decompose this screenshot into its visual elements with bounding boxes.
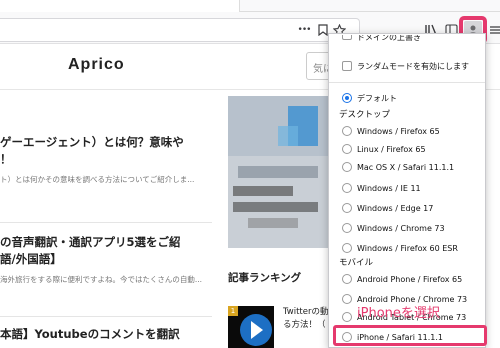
menu-item-ua[interactable]: Windows / Firefox 65 <box>329 122 485 140</box>
radio-selected[interactable] <box>342 93 352 103</box>
radio[interactable] <box>342 144 352 154</box>
tab-strip <box>0 0 500 12</box>
menu-item-label: デフォルト <box>357 93 397 103</box>
article-divider <box>0 316 212 317</box>
radio[interactable] <box>342 312 352 322</box>
radio[interactable] <box>342 126 352 136</box>
menu-item-label: ランダムモードを有効にします <box>357 61 469 71</box>
menu-item-domain-override[interactable]: ドメインの上書き <box>329 35 485 47</box>
article-item-1[interactable]: ゲーエージェント）とは何？意味や ！ ト）とは何かその意味を調べる方法についてご… <box>0 134 212 185</box>
menu-item-ua[interactable]: Linux / Firefox 65 <box>329 140 485 158</box>
menu-item-label: Windows / IE 11 <box>357 183 421 193</box>
menu-item-ua[interactable]: Windows / Edge 17 <box>329 199 485 217</box>
ranking-title-line: る方法！（ <box>283 320 326 330</box>
radio[interactable] <box>342 294 352 304</box>
ranking-thumbnail[interactable]: 1 <box>228 306 274 348</box>
article-item-2[interactable]: の音声翻訳・通訳アプリ5選をご紹 語/外国語】 海外旅行をする際に便利ですよね。… <box>0 234 212 285</box>
article-thumbnail[interactable] <box>228 96 328 248</box>
ranking-heading: 記事ランキング <box>228 272 302 284</box>
article-excerpt: 海外旅行をする際に便利ですよね。今ではたくさんの自動... <box>0 275 203 284</box>
checkbox[interactable] <box>342 35 352 40</box>
menu-item-ua[interactable]: Windows / Chrome 73 <box>329 219 485 237</box>
checkbox[interactable] <box>342 61 352 71</box>
menu-heading-mobile: モバイル <box>339 258 374 268</box>
ranking-title[interactable]: Twitterの動 る方法！（ <box>283 306 333 332</box>
page-actions-button[interactable]: ••• <box>294 21 314 39</box>
user-agent-menu: ドメインの上書き ランダムモードを有効にします デフォルト デスクトップ Win… <box>328 33 486 348</box>
active-tab[interactable] <box>0 0 240 12</box>
site-logo[interactable]: Aprico <box>68 56 125 74</box>
menu-item-label: Mac OS X / Safari 11.1.1 <box>357 162 455 172</box>
menu-item-label: Android Phone / Firefox 65 <box>357 274 463 284</box>
menu-item-label: Linux / Firefox 65 <box>357 144 426 154</box>
menu-item-label: Windows / Firefox 60 ESR <box>357 243 458 253</box>
menu-item-ua[interactable]: Android Phone / Firefox 65 <box>329 270 485 288</box>
menu-item-label: ドメインの上書き <box>357 35 421 42</box>
menu-item-label: Windows / Firefox 65 <box>357 126 440 136</box>
radio[interactable] <box>342 243 352 253</box>
article-title[interactable]: ゲーエージェント）とは何？意味や <box>0 134 212 151</box>
article-title-cont[interactable]: 語/外国語】 <box>0 251 212 268</box>
radio[interactable] <box>342 274 352 284</box>
menu-heading-desktop: デスクトップ <box>339 110 391 120</box>
article-item-3[interactable]: 本語】Youtubeのコメントを翻訳 <box>0 326 212 343</box>
menu-item-ua[interactable]: Windows / IE 11 <box>329 179 485 197</box>
menu-item-label: Windows / Chrome 73 <box>357 223 445 233</box>
menu-item-ua[interactable]: Windows / Firefox 60 ESR <box>329 239 485 257</box>
menu-item-label: Windows / Edge 17 <box>357 203 434 213</box>
menu-separator <box>329 82 485 83</box>
menu-item-ua[interactable]: Mac OS X / Safari 11.1.1 <box>329 158 485 176</box>
radio[interactable] <box>342 162 352 172</box>
radio[interactable] <box>342 203 352 213</box>
radio[interactable] <box>342 183 352 193</box>
iphone-option-highlight <box>333 325 487 346</box>
ranking-title-line: Twitterの動 <box>283 307 329 317</box>
radio[interactable] <box>342 223 352 233</box>
menu-icon[interactable] <box>486 21 500 39</box>
article-excerpt: ト）とは何かその意味を調べる方法についてご紹介しま... <box>0 175 195 184</box>
article-title[interactable]: の音声翻訳・通訳アプリ5選をご紹 <box>0 234 212 251</box>
article-divider <box>0 222 212 223</box>
menu-item-default[interactable]: デフォルト <box>329 89 485 107</box>
menu-item-random-mode[interactable]: ランダムモードを有効にします <box>329 57 485 75</box>
article-title[interactable]: 本語】Youtubeのコメントを翻訳 <box>0 326 212 343</box>
annotation-label: iPhoneを選択 <box>357 306 440 321</box>
article-title-cont[interactable]: ！ <box>0 151 212 168</box>
